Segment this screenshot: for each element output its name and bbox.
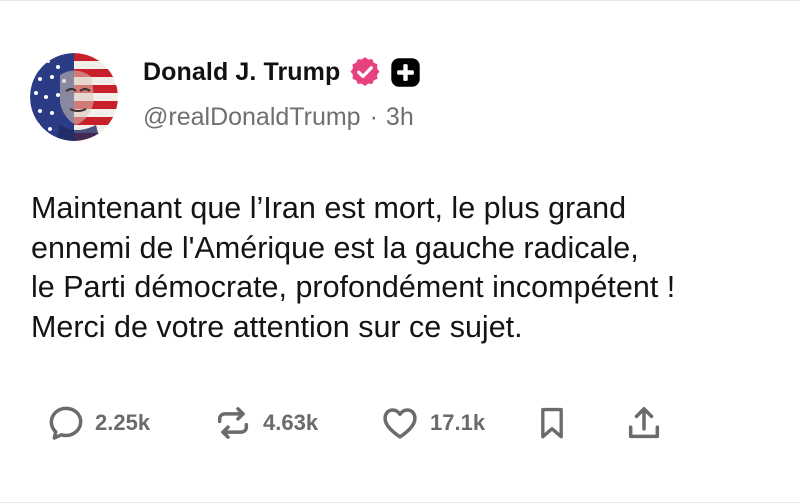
author-name-row: Donald J. Trump <box>143 53 421 91</box>
heart-icon <box>379 403 421 443</box>
share-upload-icon <box>624 402 664 444</box>
action-bar: 2.25k 4.63k 17.1k <box>0 399 800 447</box>
author-display-name[interactable]: Donald J. Trump <box>143 58 340 87</box>
author-handle-row: @realDonaldTrump · 3h <box>143 103 414 132</box>
post-body: Maintenant que l’Iran est mort, le plus … <box>31 189 781 347</box>
repost-count: 4.63k <box>263 410 319 435</box>
plus-badge-icon <box>390 57 421 88</box>
repost-button[interactable]: 4.63k <box>212 399 318 447</box>
share-button[interactable] <box>624 399 664 447</box>
post-body-line: le Parti démocrate, profondément incompé… <box>31 270 676 304</box>
american-flag-portrait-avatar <box>30 53 118 141</box>
like-count: 17.1k <box>430 410 486 435</box>
reply-count: 2.25k <box>95 410 151 435</box>
bookmark-icon <box>533 402 571 444</box>
bookmark-button[interactable] <box>533 399 571 447</box>
avatar[interactable] <box>30 53 118 141</box>
repost-arrows-icon <box>212 403 254 443</box>
meta-separator: · <box>369 103 378 131</box>
reply-bubble-icon <box>46 403 86 443</box>
like-button[interactable]: 17.1k <box>379 399 485 447</box>
reply-button[interactable]: 2.25k <box>46 399 150 447</box>
verified-badge-icon <box>348 55 382 89</box>
post-body-line: Merci de votre attention sur ce sujet. <box>31 309 523 344</box>
post-card: Donald J. Trump @realDonaldTrump · 3h Ma… <box>0 0 800 503</box>
post-body-line: Maintenant que l’Iran est mort, le plus … <box>31 191 627 225</box>
post-timestamp[interactable]: 3h <box>386 103 414 132</box>
post-body-line: ennemi de l'Amérique est la gauche radic… <box>31 230 639 265</box>
author-handle[interactable]: @realDonaldTrump <box>143 103 361 132</box>
